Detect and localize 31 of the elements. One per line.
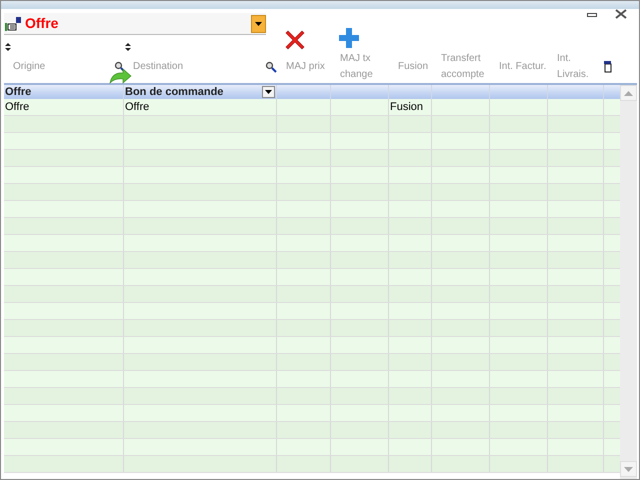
column-header[interactable]: Int. Factur. bbox=[499, 59, 546, 75]
delete-icon bbox=[283, 28, 307, 52]
table-row[interactable]: Offre Offre Fusion bbox=[4, 99, 620, 116]
selected-value: Offre bbox=[25, 14, 60, 33]
filter-value: Bon de commande bbox=[124, 86, 224, 98]
close-button[interactable] bbox=[615, 9, 627, 19]
filter-row[interactable]: Offre Bon de commande bbox=[4, 85, 620, 99]
column-header[interactable]: Origine bbox=[13, 59, 46, 75]
table-cell-text: Fusion bbox=[389, 100, 424, 115]
column-header[interactable]: Fusion bbox=[398, 59, 428, 75]
column-header[interactable]: MAJ tx change bbox=[340, 51, 389, 83]
sort-icon[interactable] bbox=[125, 43, 131, 51]
filter-value: Offre bbox=[4, 86, 32, 98]
table-cell-text: Offre bbox=[124, 100, 150, 115]
column-header[interactable]: Transfert accompte bbox=[441, 51, 490, 83]
column-chooser-icon[interactable] bbox=[604, 61, 612, 73]
search-icon[interactable] bbox=[265, 61, 277, 73]
table-cell-text: Offre bbox=[4, 100, 30, 115]
column-header[interactable]: Destination bbox=[133, 59, 184, 75]
caret-icon bbox=[265, 90, 272, 94]
curved-arrow-icon bbox=[108, 69, 132, 85]
sort-icon[interactable] bbox=[5, 43, 11, 51]
up-arrow-icon bbox=[624, 90, 633, 96]
caret-icon bbox=[255, 22, 262, 26]
dropdown-button[interactable] bbox=[251, 14, 266, 32]
column-header[interactable]: MAJ prix bbox=[286, 59, 325, 75]
document-type-select[interactable]: Offre bbox=[4, 13, 266, 35]
column-header[interactable]: Int. Livrais. bbox=[557, 51, 604, 83]
down-arrow-icon bbox=[624, 466, 633, 472]
add-icon bbox=[337, 26, 361, 50]
dropdown-button[interactable] bbox=[262, 86, 275, 98]
